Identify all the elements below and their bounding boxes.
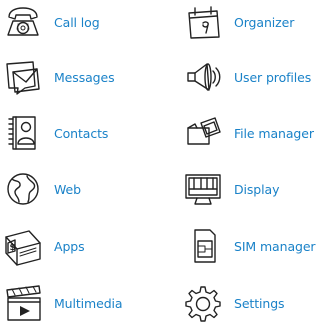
menu-item-label: Settings bbox=[234, 295, 285, 311]
globe-icon bbox=[0, 169, 46, 209]
menu-item-call-log[interactable]: Call log bbox=[0, 2, 100, 42]
menu-item-sim-manager[interactable]: SIM manager bbox=[180, 226, 316, 266]
menu-item-label: Organizer bbox=[234, 14, 295, 30]
menu-item-label: User profiles bbox=[234, 69, 312, 85]
apps-box-icon: $ bbox=[0, 226, 46, 266]
menu-item-label: File manager bbox=[234, 125, 314, 141]
menu-item-label: Messages bbox=[54, 69, 115, 85]
speaker-icon bbox=[180, 57, 226, 97]
telephone-icon bbox=[0, 2, 46, 42]
menu-item-contacts[interactable]: Contacts bbox=[0, 113, 108, 153]
address-book-icon bbox=[0, 113, 46, 153]
menu-item-label: SIM manager bbox=[234, 238, 316, 254]
gear-icon bbox=[180, 283, 226, 323]
menu-item-label: Web bbox=[54, 181, 81, 197]
menu-item-label: Call log bbox=[54, 14, 100, 30]
menu-item-file-manager[interactable]: File manager bbox=[180, 113, 314, 153]
envelope-icon bbox=[0, 57, 46, 97]
menu-item-organizer[interactable]: Organizer bbox=[180, 2, 294, 42]
calendar-icon bbox=[180, 2, 226, 42]
menu-item-multimedia[interactable]: Multimedia bbox=[0, 283, 123, 323]
sim-card-icon bbox=[180, 226, 226, 266]
monitor-icon bbox=[180, 169, 226, 209]
menu-item-display[interactable]: Display bbox=[180, 169, 279, 209]
menu-item-apps[interactable]: $ Apps bbox=[0, 226, 85, 266]
main-menu-grid: Call log Organizer Messages User profile… bbox=[0, 0, 318, 323]
menu-item-user-profiles[interactable]: User profiles bbox=[180, 57, 311, 97]
menu-item-label: Multimedia bbox=[54, 295, 123, 311]
folder-icon bbox=[180, 113, 226, 153]
menu-item-label: Apps bbox=[54, 238, 85, 254]
svg-text:$: $ bbox=[10, 243, 16, 253]
menu-item-web[interactable]: Web bbox=[0, 169, 81, 209]
clapperboard-icon bbox=[0, 283, 46, 323]
menu-item-settings[interactable]: Settings bbox=[180, 283, 285, 323]
menu-item-messages[interactable]: Messages bbox=[0, 57, 115, 97]
menu-item-label: Contacts bbox=[54, 125, 109, 141]
menu-item-label: Display bbox=[234, 181, 280, 197]
